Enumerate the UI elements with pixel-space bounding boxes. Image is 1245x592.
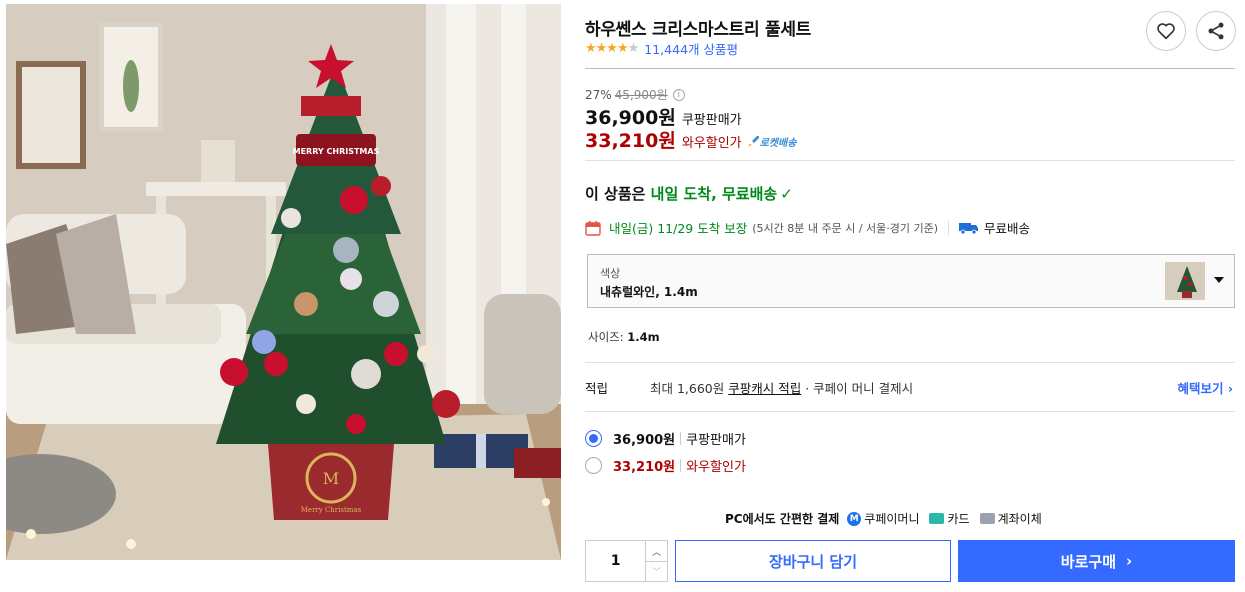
info-icon[interactable]: i <box>672 88 685 101</box>
product-info-panel: 하우쎈스 크리스마스트리 풀세트 ★★★★★ 11,444개 상품평 27% 4… <box>585 0 1237 592</box>
price-option-label: 쿠팡판매가 <box>686 433 746 448</box>
buy-now-button[interactable]: 바로구매 › <box>958 540 1235 582</box>
wow-price-row: 33,210원 와우할인가 로켓배송 <box>585 126 796 153</box>
rocket-delivery-badge: 로켓배송 <box>748 134 797 149</box>
share-button[interactable] <box>1196 11 1236 51</box>
benefits-link[interactable]: 혜택보기 › <box>1177 378 1233 397</box>
wishlist-button[interactable] <box>1146 11 1186 51</box>
delivery-date-row: 내일(금) 11/29 도착 보장 (5시간 8분 내 주문 시 / 서울·경기… <box>585 218 1030 237</box>
payment-headline: PC에서도 간편한 결제 <box>725 512 840 526</box>
calendar-icon <box>585 220 601 236</box>
coupay-money-method: M 쿠페이머니 <box>847 510 919 527</box>
option-thumbnail <box>1165 262 1205 300</box>
divider <box>680 459 682 472</box>
card-label: 카드 <box>947 512 970 526</box>
arrival-highlight: 내일 도착, 무료배송 <box>650 185 778 203</box>
divider <box>680 432 682 445</box>
card-icon <box>929 513 945 524</box>
price-option-wow[interactable]: 33,210원 와우할인가 <box>585 456 746 475</box>
quantity-decrease-button[interactable]: ﹀ <box>646 561 667 581</box>
rocket-icon <box>748 136 759 147</box>
chevron-right-icon: › <box>1126 552 1133 570</box>
product-title: 하우쎈스 크리스마스트리 풀세트 <box>585 20 811 40</box>
tree-sign-text: MERRY CHRISTMAS <box>293 147 380 156</box>
color-option-select[interactable]: 색상 내츄럴와인, 1.4m <box>587 254 1235 308</box>
coupang-cash-link[interactable]: 쿠팡캐시 적립 <box>728 381 801 396</box>
product-image[interactable]: M Merry Christmas MERRY CHRISTMAS <box>6 4 561 560</box>
quantity-input[interactable]: 1 <box>586 541 647 581</box>
price-option-amount: 33,210원 <box>613 460 676 475</box>
divider <box>585 160 1235 161</box>
size-label: 사이즈: <box>588 330 628 344</box>
divider <box>585 362 1235 363</box>
arrival-headline: 이 상품은 내일 도착, 무료배송 ✓ <box>585 183 793 204</box>
option-selected-value: 내츄럴와인, 1.4m <box>600 285 698 299</box>
original-price: 45,900원 <box>614 88 668 102</box>
divider <box>585 411 1235 412</box>
rocket-delivery-label: 로켓배송 <box>759 137 797 149</box>
card-method: 카드 <box>929 510 970 527</box>
discount-row: 27% 45,900원 i <box>585 86 685 103</box>
svg-text:M: M <box>323 469 339 488</box>
chevron-down-icon <box>1214 277 1224 283</box>
quantity-increase-button[interactable]: ︿ <box>646 541 667 561</box>
reward-desc-prefix: 최대 1,660원 <box>650 381 729 396</box>
divider <box>948 220 950 235</box>
review-count-link[interactable]: 11,444개 상품평 <box>644 39 738 58</box>
check-icon: ✓ <box>780 185 793 203</box>
truck-icon <box>959 222 979 234</box>
chevron-right-icon: › <box>1227 381 1233 396</box>
wow-price: 33,210원 <box>585 130 676 152</box>
bank-icon <box>979 513 995 524</box>
half-star-icon: ★ <box>627 40 640 56</box>
arrival-prefix: 이 상품은 <box>585 185 651 203</box>
radio-button[interactable] <box>585 430 602 447</box>
rating-row[interactable]: ★★★★★ 11,444개 상품평 <box>585 39 738 58</box>
free-shipping-label: 무료배송 <box>984 221 1031 236</box>
bank-label: 계좌이체 <box>997 512 1042 526</box>
delivery-cutoff: (5시간 8분 내 주문 시 / 서울·경기 기준) <box>752 221 939 235</box>
reward-head: 적립 <box>585 381 609 396</box>
bank-transfer-method: 계좌이체 <box>979 510 1042 527</box>
wow-price-label: 와우할인가 <box>681 136 742 151</box>
radio-button[interactable] <box>585 457 602 474</box>
payment-methods-row: PC에서도 간편한 결제 M 쿠페이머니 카드 계좌이체 <box>725 510 1052 527</box>
share-icon <box>1208 22 1224 40</box>
heart-icon <box>1157 23 1175 40</box>
reward-row: 적립 최대 1,660원 쿠팡캐시 적립 · 쿠페이 머니 결제시 혜택보기 › <box>585 378 1235 397</box>
rating-stars: ★★★★★ <box>585 40 640 56</box>
price-option-sale[interactable]: 36,900원 쿠팡판매가 <box>585 429 746 448</box>
delivery-date: 내일(금) 11/29 도착 보장 <box>609 221 748 236</box>
add-to-cart-button[interactable]: 장바구니 담기 <box>675 540 951 582</box>
divider <box>585 68 1235 69</box>
option-label: 색상 <box>600 267 621 280</box>
quantity-stepper[interactable]: 1 ︿ ﹀ <box>585 540 668 582</box>
reward-desc-suffix: · 쿠페이 머니 결제시 <box>801 381 914 396</box>
tree-box-text: Merry Christmas <box>301 506 362 514</box>
benefits-link-label: 혜택보기 <box>1177 381 1224 396</box>
buy-now-label: 바로구매 <box>1060 552 1116 571</box>
size-value: 1.4m <box>627 330 660 344</box>
coupay-icon: M <box>847 511 862 526</box>
product-photo-illustration: M Merry Christmas MERRY CHRISTMAS <box>6 4 561 560</box>
price-option-label: 와우할인가 <box>686 460 746 475</box>
discount-rate: 27% <box>585 87 612 102</box>
size-info: 사이즈: 1.4m <box>588 329 660 345</box>
price-option-amount: 36,900원 <box>613 433 676 448</box>
coupay-label: 쿠페이머니 <box>864 512 920 526</box>
reward-desc: 최대 1,660원 쿠팡캐시 적립 · 쿠페이 머니 결제시 <box>650 378 913 397</box>
